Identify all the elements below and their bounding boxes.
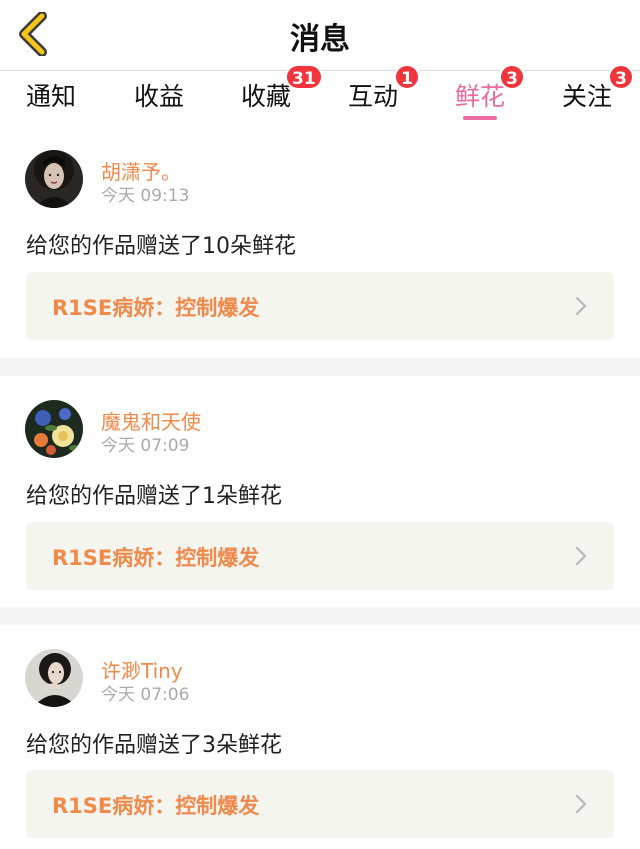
page-title: 消息 bbox=[290, 22, 350, 57]
section-divider bbox=[0, 607, 640, 625]
message-text: 给您的作品赠送了1朵鲜花 bbox=[26, 484, 282, 509]
timestamp: 今天 07:09 bbox=[101, 436, 190, 456]
avatar[interactable] bbox=[25, 150, 83, 208]
tab-notifications[interactable]: 通知 bbox=[26, 77, 76, 117]
chevron-right-icon bbox=[575, 546, 587, 566]
header: 消息 bbox=[0, 0, 640, 70]
tab-label: 通知 bbox=[26, 82, 77, 111]
message-item: 许渺Tiny 今天 07:06 给您的作品赠送了3朵鲜花 R1SE病娇：控制爆发 bbox=[0, 625, 640, 849]
tab-label: 收益 bbox=[134, 82, 185, 111]
tab-favorites[interactable]: 收藏 31 bbox=[241, 64, 323, 117]
work-title: R1SE病娇：控制爆发 bbox=[52, 794, 260, 818]
tab-following[interactable]: 关注 3 bbox=[562, 64, 634, 117]
avatar-flowers-icon bbox=[25, 400, 83, 458]
tab-badge: 3 bbox=[608, 64, 634, 90]
work-title: R1SE病娇：控制爆发 bbox=[52, 546, 260, 570]
tab-badge: 1 bbox=[394, 64, 420, 90]
tab-badge: 31 bbox=[285, 64, 323, 90]
avatar-woman-dark-icon bbox=[25, 150, 83, 208]
message-item: 胡潇予。 今天 09:13 给您的作品赠送了10朵鲜花 R1SE病娇：控制爆发 bbox=[0, 122, 640, 358]
avatar-woman-portrait-icon bbox=[25, 649, 83, 707]
work-link[interactable]: R1SE病娇：控制爆发 bbox=[26, 522, 614, 590]
chevron-right-icon bbox=[575, 296, 587, 316]
section-divider bbox=[0, 358, 640, 376]
tab-interactions[interactable]: 互动 1 bbox=[348, 64, 420, 117]
timestamp: 今天 07:06 bbox=[101, 685, 190, 705]
tab-earnings[interactable]: 收益 bbox=[134, 77, 184, 117]
tab-bar: 通知 收益 收藏 31 互动 1 鲜花 3 关注 3 bbox=[0, 64, 640, 121]
message-text: 给您的作品赠送了10朵鲜花 bbox=[26, 234, 296, 259]
chevron-right-icon bbox=[575, 794, 587, 814]
work-link[interactable]: R1SE病娇：控制爆发 bbox=[26, 770, 614, 838]
tab-badge: 3 bbox=[499, 64, 525, 90]
tab-label: 关注 bbox=[562, 82, 613, 111]
active-tab-indicator bbox=[463, 116, 497, 120]
work-link[interactable]: R1SE病娇：控制爆发 bbox=[26, 272, 614, 340]
tab-label: 收藏 bbox=[241, 82, 292, 111]
message-item: 魔鬼和天使 今天 07:09 给您的作品赠送了1朵鲜花 R1SE病娇：控制爆发 bbox=[0, 376, 640, 608]
tab-label: 互动 bbox=[348, 82, 399, 111]
avatar[interactable] bbox=[25, 649, 83, 707]
tab-flowers[interactable]: 鲜花 3 bbox=[455, 64, 525, 120]
avatar[interactable] bbox=[25, 400, 83, 458]
work-title: R1SE病娇：控制爆发 bbox=[52, 296, 260, 320]
tab-label: 鲜花 bbox=[455, 82, 506, 111]
timestamp: 今天 09:13 bbox=[101, 186, 190, 206]
message-text: 给您的作品赠送了3朵鲜花 bbox=[26, 733, 282, 758]
